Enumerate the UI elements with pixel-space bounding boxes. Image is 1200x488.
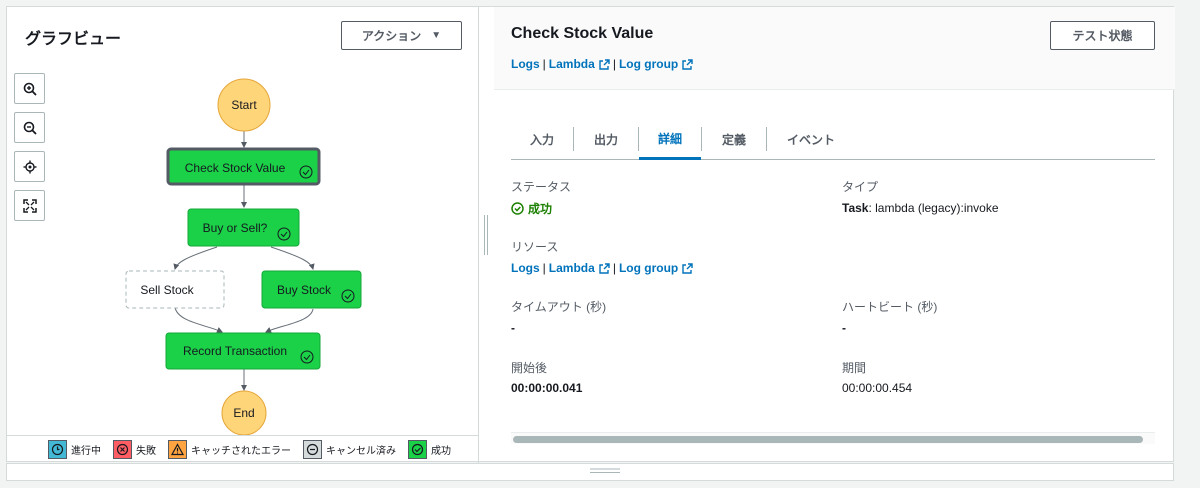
duration-value: 00:00:00.454 — [842, 381, 913, 395]
node-end-label: End — [233, 406, 254, 420]
log-group-link-label: Log group — [618, 57, 679, 71]
caret-down-icon: ▼ — [431, 30, 442, 41]
node-end[interactable]: End — [221, 390, 267, 435]
detail-tabs: 入力 出力 詳細 定義 イベント — [511, 119, 1155, 160]
heartbeat-value: - — [842, 321, 846, 335]
legend-cancelled-label: キャンセル済み — [326, 445, 396, 457]
tab-events[interactable]: イベント — [767, 119, 855, 159]
node-record-transaction-label: Record Transaction — [183, 344, 287, 358]
log-group-link[interactable]: Log group — [619, 57, 693, 71]
success-check-icon — [408, 439, 427, 459]
node-start[interactable]: Start — [217, 78, 271, 132]
node-buy-stock[interactable]: Buy Stock — [261, 270, 362, 309]
status-label: ステータス — [511, 180, 572, 194]
action-button[interactable]: アクション ▼ — [341, 21, 462, 50]
legend-caught-error: キャッチされたエラー — [168, 439, 291, 459]
external-link-icon — [599, 263, 610, 275]
logs-link[interactable]: Logs — [511, 57, 540, 71]
type-value-text: : lambda (legacy):invoke — [868, 201, 999, 215]
success-check-icon — [511, 202, 524, 215]
node-check-stock-value-label: Check Stock Value — [185, 161, 286, 175]
detail-panel: Check Stock Value Logs | Lambda | Log gr… — [494, 7, 1175, 463]
vertical-resize-handle[interactable] — [483, 215, 489, 255]
main-frame: グラフビュー アクション ▼ Start Check Stock Value B… — [6, 6, 1175, 463]
node-start-label: Start — [231, 98, 257, 112]
log-group-link[interactable]: Log group — [619, 261, 693, 275]
timeout-value: - — [511, 321, 515, 335]
lambda-link[interactable]: Lambda — [549, 57, 610, 71]
detail-panel-header: Check Stock Value Logs | Lambda | Log gr… — [494, 7, 1175, 90]
legend-cancelled: キャンセル済み — [303, 439, 396, 459]
tab-definition[interactable]: 定義 — [702, 119, 766, 159]
link-separator: | — [542, 57, 546, 71]
detail-header-links: Logs | Lambda | Log group — [511, 57, 693, 71]
legend-failed-label: 失敗 — [136, 445, 156, 457]
horizontal-scrollbar[interactable] — [511, 432, 1155, 444]
legend-in-progress: 進行中 — [48, 439, 101, 459]
external-link-icon — [599, 59, 610, 71]
legend-succeeded: 成功 — [408, 439, 451, 459]
cancelled-icon — [303, 439, 322, 459]
link-separator: | — [542, 261, 546, 275]
status-value-text: 成功 — [528, 202, 553, 216]
link-separator: | — [612, 57, 616, 71]
horizontal-resize-handle[interactable] — [590, 467, 620, 475]
lambda-link-label: Lambda — [548, 57, 595, 71]
logs-link[interactable]: Logs — [511, 261, 540, 275]
node-buy-or-sell-label: Buy or Sell? — [203, 221, 268, 235]
node-buy-stock-label: Buy Stock — [277, 283, 332, 297]
graph-panel-title: グラフビュー — [25, 31, 122, 48]
node-sell-stock-label: Sell Stock — [140, 283, 194, 297]
lambda-link-label: Lambda — [548, 261, 595, 275]
resource-links: Logs | Lambda | Log group — [511, 261, 693, 275]
node-record-transaction[interactable]: Record Transaction — [165, 332, 321, 370]
graph-panel-header: グラフビュー アクション ▼ — [7, 7, 479, 63]
tab-output[interactable]: 出力 — [574, 119, 638, 159]
graph-panel: グラフビュー アクション ▼ Start Check Stock Value B… — [7, 7, 479, 463]
test-state-button[interactable]: テスト状態 — [1050, 21, 1155, 50]
heartbeat-label: ハートビート (秒) — [842, 300, 938, 314]
resource-label: リソース — [511, 240, 559, 254]
graph-legend: 進行中 失敗 キャッチされたエラー キャンセル済み 成功 — [7, 435, 479, 462]
link-separator: | — [612, 261, 616, 275]
node-check-stock-value[interactable]: Check Stock Value — [166, 147, 321, 186]
legend-succeeded-label: 成功 — [431, 445, 451, 457]
type-value-bold: Task — [842, 201, 869, 215]
external-link-icon — [682, 59, 693, 71]
external-link-icon — [682, 263, 693, 275]
tab-details[interactable]: 詳細 — [639, 119, 701, 160]
legend-caught-error-label: キャッチされたエラー — [191, 445, 291, 457]
start-after-value: 00:00:00.041 — [511, 381, 583, 395]
failed-x-icon — [113, 439, 132, 459]
action-button-label: アクション — [361, 29, 422, 43]
legend-failed: 失敗 — [113, 439, 156, 459]
type-value: Task: lambda (legacy):invoke — [842, 201, 999, 215]
state-machine-graph: Start Check Stock Value Buy or Sell? Sel… — [125, 78, 362, 435]
warning-icon — [168, 439, 187, 459]
timeout-label: タイムアウト (秒) — [511, 300, 607, 314]
log-group-link-label: Log group — [618, 261, 679, 275]
status-value: 成功 — [511, 200, 552, 217]
clock-icon — [48, 439, 67, 459]
detail-panel-title: Check Stock Value — [511, 25, 654, 42]
duration-label: 期間 — [842, 361, 867, 375]
tab-input[interactable]: 入力 — [511, 119, 573, 159]
scrollbar-thumb[interactable] — [513, 436, 1143, 443]
node-buy-or-sell[interactable]: Buy or Sell? — [187, 208, 300, 247]
legend-in-progress-label: 進行中 — [71, 445, 101, 457]
type-label: タイプ — [842, 180, 879, 194]
lambda-link[interactable]: Lambda — [549, 261, 610, 275]
node-sell-stock[interactable]: Sell Stock — [125, 270, 225, 309]
start-after-label: 開始後 — [511, 361, 548, 375]
